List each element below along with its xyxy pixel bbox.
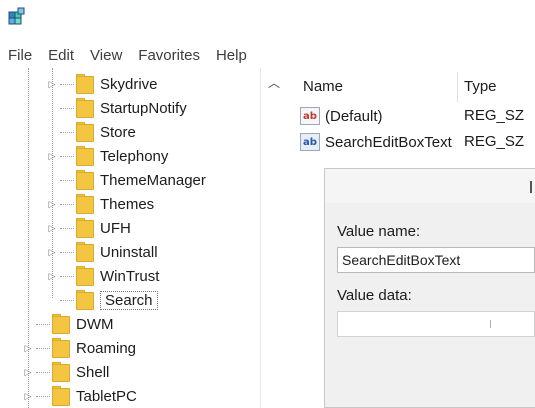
folder-icon xyxy=(76,98,94,118)
folder-icon xyxy=(76,242,94,262)
expand-arrow-icon[interactable]: ▷ xyxy=(46,151,58,162)
expand-arrow-icon[interactable]: ▷ xyxy=(22,343,34,354)
folder-icon xyxy=(76,74,94,94)
value-type: REG_SZ xyxy=(464,107,525,124)
dialog-title-bar[interactable] xyxy=(325,169,535,203)
tree-item-wintrust[interactable]: ▷ WinTrust xyxy=(46,264,159,288)
value-type: REG_SZ xyxy=(464,133,525,150)
menu-file[interactable]: File xyxy=(0,44,40,68)
menu-edit[interactable]: Edit xyxy=(40,44,82,68)
folder-icon xyxy=(76,194,94,214)
folder-icon xyxy=(76,218,94,238)
menu-view[interactable]: View xyxy=(82,44,130,68)
folder-icon xyxy=(52,362,70,382)
folder-icon xyxy=(76,146,94,166)
expand-arrow-icon[interactable]: ▷ xyxy=(46,271,58,282)
tree-item-label: Store xyxy=(100,123,136,141)
title-bar xyxy=(0,0,535,40)
value-data-field[interactable] xyxy=(337,311,535,337)
close-icon[interactable] xyxy=(530,181,532,193)
tree-item-ufh[interactable]: ▷ UFH xyxy=(46,216,131,240)
string-value-icon: ab xyxy=(300,133,320,151)
folder-icon xyxy=(76,290,94,310)
text-cursor xyxy=(490,320,491,328)
value-name-field[interactable]: SearchEditBoxText xyxy=(337,247,535,273)
tree-item-label: ThemeManager xyxy=(100,171,206,189)
folder-icon xyxy=(52,386,70,406)
value-row-searcheditboxtext[interactable]: ab SearchEditBoxText xyxy=(300,130,452,154)
tree-item-label: Search xyxy=(100,290,158,310)
registry-editor-icon xyxy=(8,7,25,25)
column-header-name[interactable]: Name xyxy=(303,74,343,100)
tree-item-label: UFH xyxy=(100,219,131,237)
value-name: (Default) xyxy=(325,107,383,125)
tree-item-thememanager[interactable]: ThemeManager xyxy=(46,168,206,192)
tree-item-label: StartupNotify xyxy=(100,99,187,117)
value-name-label: Value name: xyxy=(337,223,421,240)
tree-item-label: Roaming xyxy=(76,339,137,357)
menu-help[interactable]: Help xyxy=(208,44,255,68)
tree-item-label: Uninstall xyxy=(100,243,158,261)
tree-item-startupnotify[interactable]: StartupNotify xyxy=(46,96,187,120)
folder-icon xyxy=(76,170,94,190)
tree-item-label: Themes xyxy=(100,195,155,213)
value-data-label: Value data: xyxy=(337,287,412,304)
tree-item-label: WinTrust xyxy=(100,267,160,285)
expand-arrow-icon[interactable]: ▷ xyxy=(22,391,34,402)
key-tree-pane[interactable]: ▷ Skydrive StartupNotify Store ▷ Telepho… xyxy=(0,68,288,408)
tree-item-label: Telephony xyxy=(100,147,169,165)
tree-item-label: DWM xyxy=(76,315,114,333)
folder-icon xyxy=(76,266,94,286)
expand-arrow-icon[interactable]: ▷ xyxy=(46,223,58,234)
folder-icon xyxy=(52,314,70,334)
tree-item-dwm[interactable]: DWM xyxy=(22,312,114,336)
tree-item-skydrive[interactable]: ▷ Skydrive xyxy=(46,72,158,96)
tree-item-label: TabletPC xyxy=(76,387,137,405)
string-value-icon: ab xyxy=(300,107,320,125)
menu-bar: File Edit View Favorites Help xyxy=(0,44,535,68)
tree-item-roaming[interactable]: ▷ Roaming xyxy=(22,336,136,360)
value-row-default[interactable]: ab (Default) xyxy=(300,104,383,128)
value-name: SearchEditBoxText xyxy=(325,133,452,151)
menu-favorites[interactable]: Favorites xyxy=(130,44,208,68)
folder-icon xyxy=(52,338,70,358)
tree-item-search[interactable]: Search xyxy=(46,288,158,312)
folder-icon xyxy=(76,122,94,142)
expand-arrow-icon[interactable]: ▷ xyxy=(46,247,58,258)
expand-arrow-icon[interactable]: ▷ xyxy=(22,367,34,378)
tree-item-label: Shell xyxy=(76,363,110,381)
scroll-up-arrow-icon[interactable]: ︿ xyxy=(268,74,280,91)
tree-item-uninstall[interactable]: ▷ Uninstall xyxy=(46,240,158,264)
tree-item-themes[interactable]: ▷ Themes xyxy=(46,192,154,216)
tree-item-shell[interactable]: ▷ Shell xyxy=(22,360,109,384)
column-header-type[interactable]: Type xyxy=(464,74,497,100)
tree-scrollbar[interactable] xyxy=(260,68,288,408)
tree-item-label: Skydrive xyxy=(100,75,158,93)
tree-item-tabletpc[interactable]: ▷ TabletPC xyxy=(22,384,137,408)
tree-item-telephony[interactable]: ▷ Telephony xyxy=(46,144,168,168)
column-separator[interactable] xyxy=(457,72,458,102)
expand-arrow-icon[interactable]: ▷ xyxy=(46,199,58,210)
expand-arrow-icon[interactable]: ▷ xyxy=(46,79,58,90)
tree-item-store[interactable]: Store xyxy=(46,120,136,144)
